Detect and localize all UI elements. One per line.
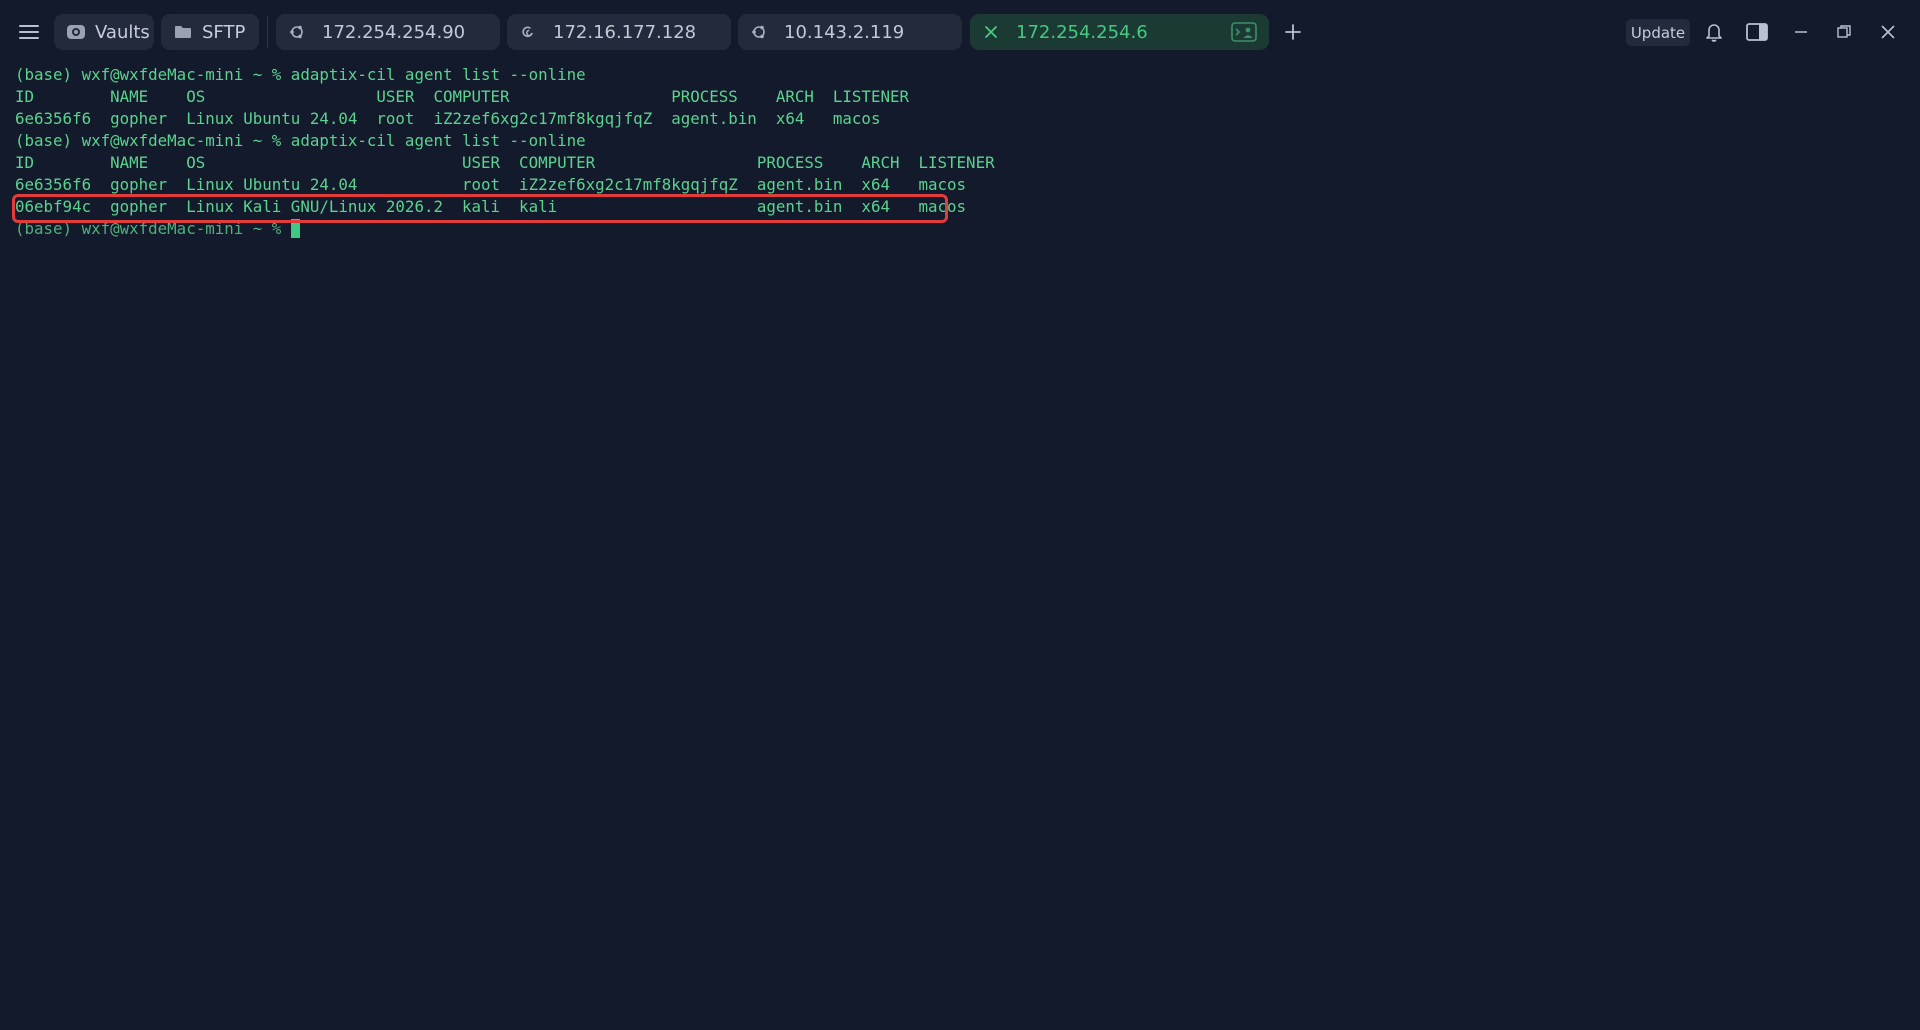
tab-10-143-2-119[interactable]: 10.143.2.119	[738, 14, 962, 50]
hamburger-icon	[19, 25, 39, 39]
vaults-label: Vaults	[95, 21, 150, 43]
plus-icon	[1285, 24, 1301, 40]
tab-172-16-177-128[interactable]: 172.16.177.128	[507, 14, 731, 50]
terminal-output[interactable]: (base) wxf@wxfdeMac-mini ~ % adaptix-cil…	[15, 64, 1905, 1014]
terminal-icon	[1231, 22, 1257, 42]
close-icon[interactable]	[982, 23, 1000, 41]
sftp-label: SFTP	[202, 21, 246, 43]
terminal-line: 6e6356f6 gopher Linux Ubuntu 24.04 root …	[15, 109, 881, 128]
terminal-line: ID NAME OS USER COMPUTER PROCESS ARCH LI…	[15, 87, 909, 106]
terminal-prompt-line: (base) wxf@wxfdeMac-mini ~ %	[15, 218, 1905, 240]
bell-icon	[1706, 24, 1722, 42]
restore-icon	[1837, 25, 1851, 38]
sidebar-panel-icon	[1746, 23, 1768, 41]
new-tab-button[interactable]	[1279, 18, 1307, 46]
toolbar-divider	[267, 16, 268, 48]
notifications-button[interactable]	[1700, 18, 1728, 46]
ubuntu-icon	[288, 23, 306, 41]
terminal-cursor	[290, 219, 300, 238]
minimize-icon	[1795, 31, 1807, 33]
folder-icon	[173, 22, 193, 42]
update-button[interactable]: Update	[1626, 19, 1690, 46]
tab-label: 10.143.2.119	[784, 21, 905, 43]
terminal-line-highlighted: 06ebf94c gopher Linux Kali GNU/Linux 202…	[15, 197, 967, 216]
tab-172-254-254-6[interactable]: 172.254.254.6	[970, 14, 1269, 50]
tab-label: 172.16.177.128	[553, 21, 697, 43]
terminal-line: 6e6356f6 gopher Linux Ubuntu 24.04 root …	[15, 175, 967, 194]
tab-172-254-254-90[interactable]: 172.254.254.90	[276, 14, 500, 50]
ubuntu-icon	[750, 23, 768, 41]
debian-swirl-icon	[519, 23, 537, 41]
title-bar: Vaults SFTP 172.254.254.90 172.16.177.12…	[0, 0, 1920, 64]
terminal-line: (base) wxf@wxfdeMac-mini ~ % adaptix-cil…	[15, 65, 586, 84]
vaults-button[interactable]: Vaults	[54, 14, 154, 50]
tab-label: 172.254.254.6	[1016, 21, 1148, 43]
restore-button[interactable]	[1830, 18, 1858, 46]
terminal-prompt: (base) wxf@wxfdeMac-mini ~ %	[15, 219, 291, 238]
vault-icon	[66, 22, 86, 42]
terminal-line: (base) wxf@wxfdeMac-mini ~ % adaptix-cil…	[15, 131, 586, 150]
tab-label: 172.254.254.90	[322, 21, 466, 43]
menu-button[interactable]	[14, 18, 44, 46]
minimize-button[interactable]	[1787, 18, 1815, 46]
close-icon	[1881, 25, 1895, 39]
terminal-line: ID NAME OS USER COMPUTER PROCESS ARCH LI…	[15, 153, 995, 172]
sidebar-toggle-button[interactable]	[1743, 18, 1771, 46]
sftp-button[interactable]: SFTP	[161, 14, 259, 50]
window-close-button[interactable]	[1874, 18, 1902, 46]
